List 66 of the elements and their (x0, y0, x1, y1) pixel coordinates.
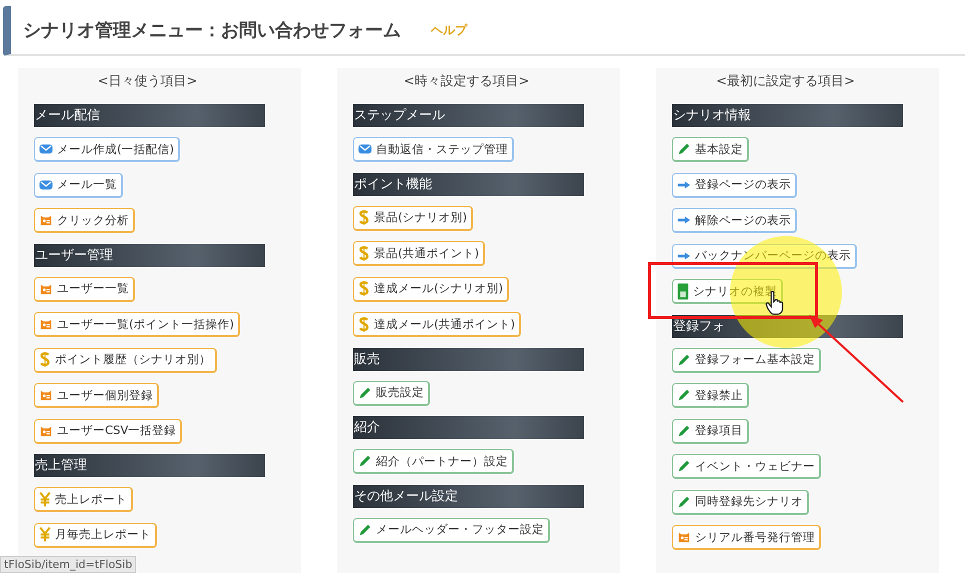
column-heading: <最初に設定する項目> (715, 73, 856, 91)
section-header: ユーザー管理 (34, 244, 265, 266)
pencil-icon (677, 496, 691, 508)
section-header: メール配信 (34, 104, 265, 127)
status-url: tFloSib/item_id=tFloSib (0, 556, 136, 573)
dollar-icon (358, 209, 370, 226)
menu-button[interactable]: 紹介（パートナー）設定 (353, 449, 514, 474)
menu-button[interactable]: 自動返信・ステップ管理 (353, 137, 514, 162)
menu-button[interactable]: シリアル番号発行管理 (672, 525, 821, 550)
menu-button[interactable]: メールヘッダー・フッター設定 (353, 518, 550, 542)
dollar-icon (358, 280, 370, 297)
section-header: ステップメール (353, 104, 584, 127)
menu-button[interactable]: 登録項目 (672, 418, 749, 444)
section-header: シナリオ情報 (672, 104, 903, 127)
section-header: 紹介 (353, 416, 584, 439)
arrow-icon (677, 214, 691, 226)
column-heading: <時々設定する項目> (402, 73, 530, 91)
pencil-icon (358, 455, 372, 467)
menu-button[interactable]: 登録フォーム基本設定 (672, 348, 821, 372)
section-header: 販売 (353, 348, 584, 370)
pencil-icon (358, 524, 372, 536)
envelope-icon (39, 178, 53, 190)
menu-button[interactable]: ユーザーCSV一括登録 (34, 418, 182, 444)
menu-button[interactable]: 達成メール(共通ポイント) (353, 312, 521, 337)
section-header: ポイント機能 (353, 172, 584, 196)
menu-button[interactable]: ユーザー一覧 (34, 276, 135, 302)
menu-button[interactable]: 景品(シナリオ別) (353, 206, 473, 230)
pencil-icon (677, 424, 691, 436)
menu-button[interactable]: ユーザー一覧(ポイント一括操作) (34, 312, 240, 337)
pencil-icon (677, 460, 691, 472)
column-heading: <日々使う項目> (96, 73, 198, 91)
section-header: 登録フォ (672, 314, 903, 338)
menu-button[interactable]: クリック分析 (34, 208, 135, 233)
pencil-icon (677, 354, 691, 366)
menu-button[interactable]: 同時登録先シナリオ (672, 490, 809, 514)
menu-button[interactable]: ポイント履歴（シナリオ別） (34, 348, 217, 372)
menu-button[interactable]: メール一覧 (34, 172, 123, 198)
dollar-icon (358, 244, 370, 262)
arrow-icon (677, 178, 691, 190)
envelope-icon (358, 143, 372, 155)
menu-button[interactable]: 月毎売上レポート (34, 522, 157, 548)
menu-button[interactable]: イベント・ウェビナー (672, 454, 821, 479)
menu-button[interactable]: バックナンバーページの表示 (672, 244, 857, 268)
page-title: シナリオ管理メニュー：お問い合わせフォーム (23, 19, 401, 42)
pencil-icon (358, 386, 372, 398)
menu-button[interactable]: 基本設定 (672, 137, 749, 162)
section-header: 売上管理 (34, 454, 265, 477)
menu-button[interactable]: 販売設定 (353, 380, 430, 406)
pencil-icon (677, 389, 691, 401)
menu-button[interactable]: メール作成(一括配信) (34, 137, 180, 162)
envelope-icon (39, 143, 53, 155)
menu-button[interactable]: 登録ページの表示 (672, 172, 797, 198)
section-header: その他メール設定 (353, 484, 584, 508)
document-icon (677, 282, 689, 300)
menu-button[interactable]: 解除ページの表示 (672, 208, 797, 233)
dollar-icon (358, 316, 370, 332)
menu-button[interactable]: 景品(共通ポイント) (353, 241, 485, 266)
arrow-icon (677, 250, 691, 262)
pencil-icon (677, 143, 691, 155)
menu-button[interactable]: 登録禁止 (672, 383, 749, 408)
menu-button[interactable]: 売上レポート (34, 487, 133, 512)
yen-icon (39, 526, 51, 543)
menu-button[interactable]: ユーザー個別登録 (34, 383, 159, 408)
menu-button[interactable]: 達成メール(シナリオ別) (353, 276, 509, 302)
dollar-icon (39, 351, 51, 368)
yen-icon (39, 490, 51, 508)
